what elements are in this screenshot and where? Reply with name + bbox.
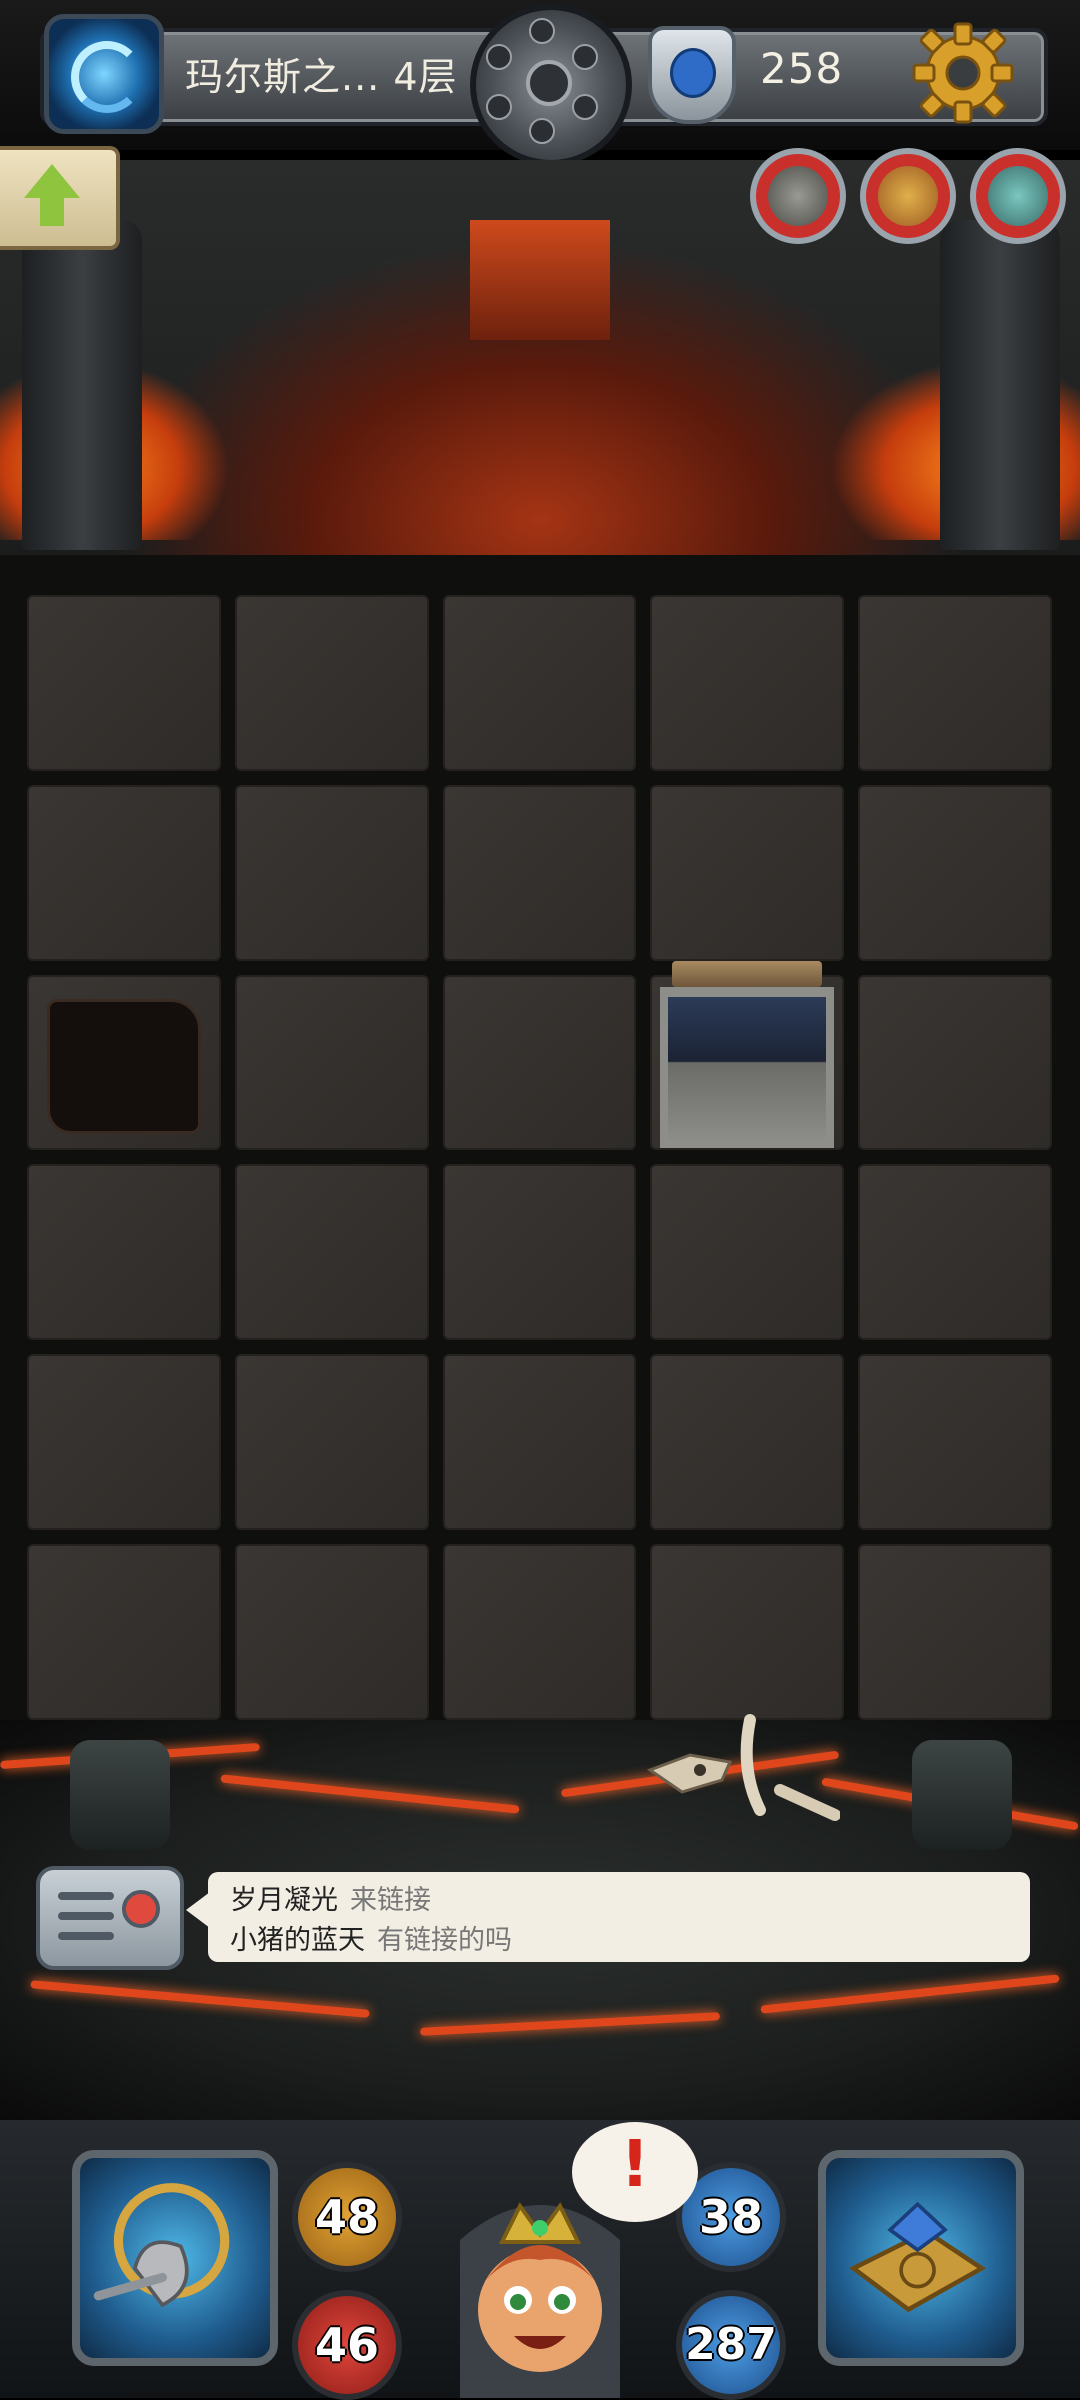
floor-tile[interactable]	[234, 1164, 429, 1341]
stairs-down-tile[interactable]	[650, 960, 845, 1151]
floor-tile[interactable]	[442, 1164, 637, 1341]
hero-avatar-icon	[988, 166, 1048, 226]
floor-tile[interactable]	[442, 1544, 637, 1720]
hp-stat: 46	[292, 2290, 402, 2400]
hero-slot-3[interactable]	[970, 148, 1066, 244]
stairs-down-icon	[660, 960, 835, 1149]
stone-post-left	[70, 1740, 170, 1850]
chat-message: 小猪的蓝天 有链接的吗	[230, 1918, 512, 1957]
chat-text: 来链接	[350, 1885, 431, 1916]
floor-tile[interactable]	[442, 784, 637, 961]
chat-box[interactable]: 岁月凝光 来链接 小猪的蓝天 有链接的吗	[186, 1872, 1030, 1962]
attack-stat: 48	[292, 2162, 402, 2272]
gem-count: 258	[760, 44, 844, 93]
chat-message: 岁月凝光 来链接	[230, 1878, 431, 1917]
mana-stat: 287	[676, 2290, 786, 2400]
floor-tile[interactable]	[27, 784, 221, 961]
hero-avatar-icon	[878, 166, 938, 226]
floor-tile[interactable]	[27, 595, 221, 771]
floor-tile[interactable]	[858, 1164, 1052, 1341]
floor-tile[interactable]	[234, 784, 429, 961]
floor-tile[interactable]	[442, 595, 637, 771]
floor-tile[interactable]	[650, 1354, 845, 1531]
helmet-compass-icon	[93, 2183, 230, 2308]
exclamation-icon: !	[620, 2128, 650, 2202]
chat-username: 岁月凝光	[230, 1885, 338, 1916]
pit-hole	[47, 998, 201, 1135]
hero-slot-2[interactable]	[860, 148, 956, 244]
equipment-slot-button[interactable]	[72, 2150, 278, 2366]
floor-tile[interactable]	[858, 595, 1052, 771]
floor-tile[interactable]	[650, 1544, 845, 1720]
chat-radio-button[interactable]	[36, 1866, 184, 1970]
floor-tile[interactable]	[650, 1164, 845, 1341]
floor-tile[interactable]	[27, 1164, 221, 1341]
floor-tile[interactable]	[858, 1354, 1052, 1531]
floor-tile[interactable]	[27, 1544, 221, 1720]
floor-tile[interactable]	[234, 1354, 429, 1531]
floor-tile[interactable]	[234, 1544, 429, 1720]
floor-tile[interactable]	[858, 1544, 1052, 1720]
hero-slot-1[interactable]	[750, 148, 846, 244]
bone-pile-icon	[646, 1714, 840, 1821]
spellbook-icon	[849, 2201, 987, 2313]
floor-name: 玛尔斯之... 4层	[185, 55, 458, 99]
stone-pillar-left	[22, 220, 142, 550]
hero-avatar-icon	[768, 166, 828, 226]
floor-tile[interactable]	[442, 1354, 637, 1531]
gem-crest-icon	[648, 26, 736, 124]
gear-icon[interactable]	[908, 18, 1018, 128]
spellbook-slot-button[interactable]	[818, 2150, 1024, 2366]
floor-tile[interactable]	[442, 974, 637, 1151]
floor-tile[interactable]	[858, 974, 1052, 1151]
dungeon-board	[27, 595, 1052, 1720]
floor-tile[interactable]	[650, 595, 845, 771]
up-arrow-icon	[24, 164, 80, 198]
lava-doorway	[470, 220, 610, 340]
floor-tile[interactable]	[234, 974, 429, 1151]
stone-post-right	[912, 1740, 1012, 1850]
chat-username: 小猪的蓝天	[230, 1925, 365, 1956]
revolver-hub-icon[interactable]	[470, 4, 632, 166]
stone-pillar-right	[940, 220, 1060, 550]
floor-tile[interactable]	[858, 784, 1052, 961]
floor-up-button[interactable]	[0, 146, 120, 250]
floor-tile[interactable]	[650, 784, 845, 961]
portal-icon[interactable]	[44, 14, 164, 134]
broken-floor-tile[interactable]	[27, 974, 221, 1151]
chat-text: 有链接的吗	[377, 1925, 512, 1956]
radio-icon	[122, 1890, 160, 1928]
floor-tile[interactable]	[27, 1354, 221, 1531]
floor-tile[interactable]	[234, 595, 429, 771]
